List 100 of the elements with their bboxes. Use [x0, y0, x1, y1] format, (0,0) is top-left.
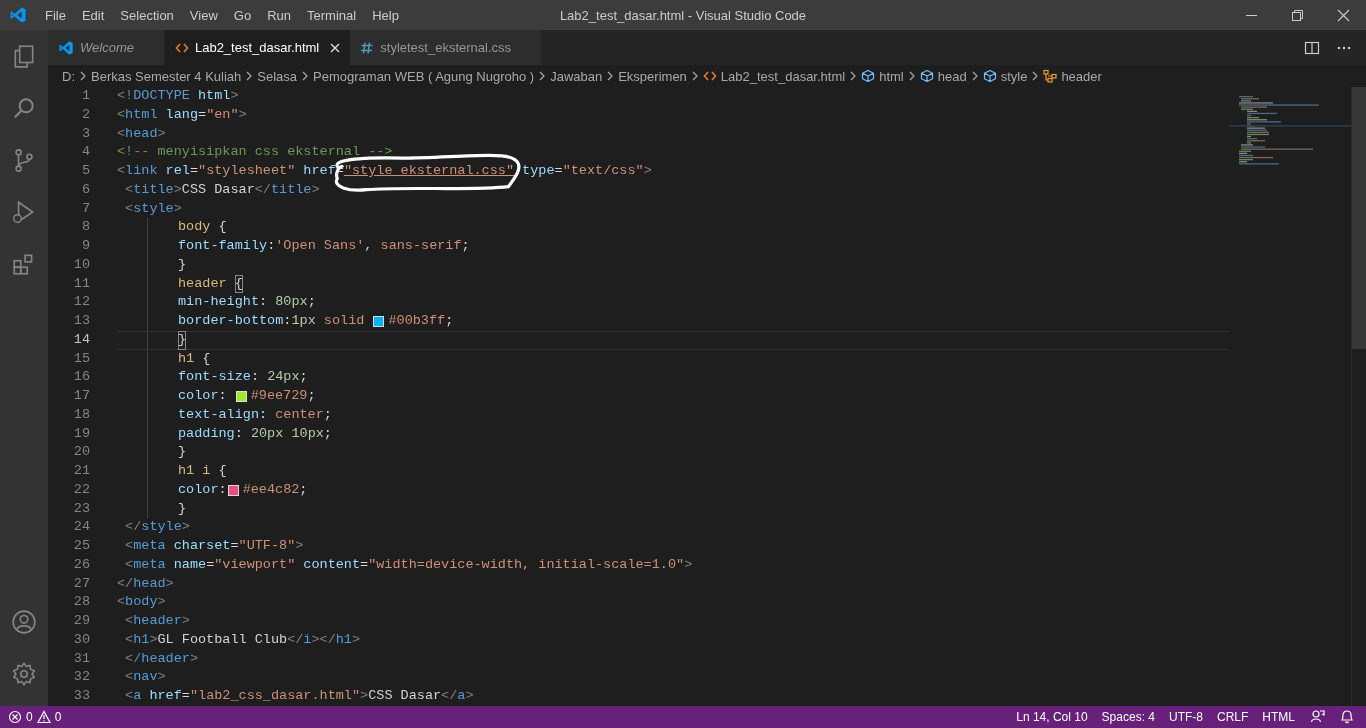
line-number: 24	[72, 518, 91, 537]
menu-item[interactable]: Run	[259, 3, 299, 27]
code-brackets-icon	[702, 69, 717, 83]
line-number: 32	[72, 668, 91, 687]
menu-item[interactable]: Selection	[112, 3, 182, 27]
code-comment: <!-- menyisipkan css eksternal -->	[117, 143, 393, 162]
breadcrumb-item[interactable]: Pemograman WEB ( Agung Nugroho )	[313, 68, 535, 84]
menu-item[interactable]: Go	[225, 3, 260, 27]
breadcrumb-item[interactable]: html	[879, 68, 904, 84]
vscode-logo-icon	[58, 39, 74, 56]
line-number: 30	[72, 630, 91, 649]
link-text[interactable]: "style_eksternal.css"	[343, 163, 514, 178]
code-text: h1 i {	[178, 462, 227, 480]
code-text: type="text/css">	[521, 162, 652, 180]
code-text: header	[178, 274, 228, 293]
status-item[interactable]: Ln 14, Col 10	[1011, 710, 1093, 724]
code-text: <meta name="viewport" content="width=device-width, initial-scale=1.0">	[124, 555, 693, 574]
restore-icon[interactable]	[1289, 7, 1305, 23]
code-text: <!DOCTYPE html>	[117, 87, 239, 105]
line-number: 26	[72, 555, 91, 574]
line-number: 33	[72, 687, 91, 705]
breadcrumb-item[interactable]: style	[1000, 68, 1028, 84]
color-swatch-icon[interactable]	[227, 484, 239, 496]
menu-item[interactable]: File	[37, 3, 74, 27]
settings-icon[interactable]	[11, 661, 37, 687]
color-swatch-icon[interactable]	[373, 315, 385, 327]
menu-item[interactable]: Help	[364, 3, 407, 27]
matched-bracket: }	[178, 330, 187, 350]
line-number: 14	[72, 330, 91, 349]
line-number: 16	[72, 368, 91, 387]
menu-item[interactable]: View	[181, 3, 226, 27]
line-number: 3	[80, 124, 91, 143]
status-item[interactable]: UTF-8	[1164, 710, 1208, 724]
hash-icon	[360, 40, 375, 55]
line-number: 2	[80, 105, 91, 124]
cube-icon	[861, 69, 876, 83]
status-item[interactable]: CRLF	[1212, 710, 1254, 724]
code-text: <head>	[117, 124, 166, 143]
line-number: 29	[72, 612, 91, 630]
line-number: 28	[72, 593, 91, 612]
scrollbar[interactable]	[1351, 87, 1366, 706]
code-text: }	[178, 443, 187, 462]
close-icon[interactable]	[1335, 7, 1351, 23]
line-number: 8	[80, 218, 91, 237]
code-text: </head>	[117, 574, 174, 593]
breadcrumb-item[interactable]: Selasa	[257, 68, 298, 84]
breadcrumb-item[interactable]: Berkas Semester 4 Kuliah	[91, 68, 242, 84]
line-number: 31	[72, 649, 91, 668]
code-text: #00b3ff;	[388, 312, 454, 330]
menu-item[interactable]: Edit	[73, 3, 113, 27]
code-text: body {	[178, 218, 227, 237]
status-item[interactable]: HTML	[1257, 710, 1300, 724]
breadcrumb-item[interactable]: Lab2_test_dasar.html	[720, 68, 846, 84]
line-number: 18	[72, 405, 91, 424]
search-icon[interactable]	[11, 95, 37, 121]
code-text: <html lang="en">	[117, 105, 247, 124]
breadcrumb-item[interactable]: head	[937, 68, 967, 84]
split-editor-icon[interactable]	[1304, 39, 1320, 56]
code-text: color:	[178, 480, 227, 499]
cube-icon	[982, 69, 997, 83]
vscode-logo-icon[interactable]	[9, 6, 27, 24]
feedback-icon[interactable]	[1310, 709, 1326, 725]
code-text: <h1>GL Football Club</i></h1>	[124, 630, 361, 649]
warning-icon[interactable]	[36, 710, 51, 724]
line-number: 7	[80, 199, 91, 218]
line-number: 21	[72, 462, 91, 480]
code-text: font-size: 24px;	[178, 368, 308, 387]
editor-tab[interactable]: Lab2_test_dasar.html	[164, 30, 351, 65]
color-swatch-icon[interactable]	[235, 390, 247, 402]
problem-count[interactable]: 0	[26, 710, 33, 724]
code-text: font-family:'Open Sans', sans-serif;	[178, 237, 470, 255]
window-title: Lab2_test_dasar.html - Visual Studio Code	[559, 7, 807, 23]
editor-tab[interactable]: Welcome	[48, 30, 165, 65]
line-number: 6	[80, 180, 91, 199]
bell-icon[interactable]	[1339, 709, 1355, 725]
line-number: 22	[72, 480, 91, 499]
line-number: 15	[72, 349, 91, 368]
code-text: }	[178, 255, 187, 274]
problem-count[interactable]: 0	[54, 710, 62, 724]
line-number: 25	[72, 537, 91, 555]
status-item[interactable]: Spaces: 4	[1096, 710, 1160, 724]
line-number: 20	[72, 443, 91, 462]
error-icon[interactable]	[8, 710, 22, 724]
menu-item[interactable]: Terminal	[299, 3, 365, 27]
chevron-right-icon	[78, 70, 88, 82]
code-text: <meta charset="UTF-8">	[124, 537, 304, 555]
code-text: <body>	[117, 593, 166, 612]
line-number: 1	[80, 87, 91, 105]
breadcrumb-item[interactable]: header	[1061, 68, 1102, 84]
editor-tab[interactable]: styletest_eksternal.css	[350, 30, 543, 65]
matched-bracket: {	[234, 274, 243, 294]
cube-icon	[919, 69, 934, 83]
code-text: #9ee729;	[250, 387, 316, 405]
breadcrumb-item[interactable]: Jawaban	[550, 68, 603, 84]
account-icon[interactable]	[11, 609, 37, 635]
breadcrumb-item[interactable]: Eksperimen	[618, 68, 687, 84]
close-icon[interactable]	[329, 41, 342, 54]
code-text: #ee4c82;	[242, 480, 308, 499]
breadcrumb-item[interactable]: D:	[62, 68, 75, 84]
code-text: border-bottom:1px solid	[178, 312, 366, 330]
